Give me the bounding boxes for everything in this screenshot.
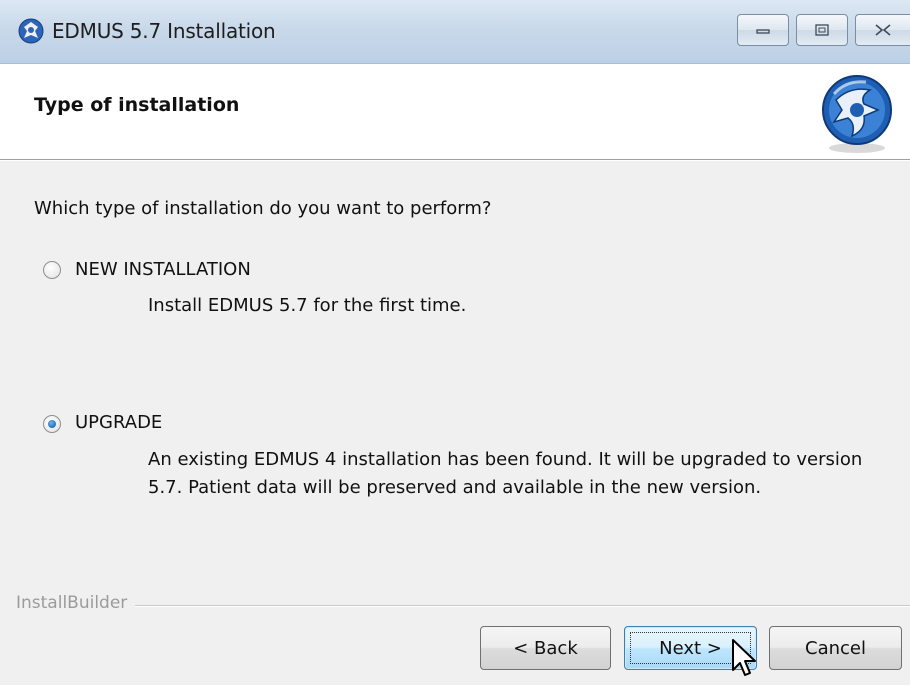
- installbuilder-brand: InstallBuilder: [16, 593, 136, 613]
- upgrade-label[interactable]: UPGRADE: [75, 412, 162, 433]
- close-icon: [875, 24, 891, 36]
- window-title: EDMUS 5.7 Installation: [52, 19, 276, 43]
- cancel-button-label: Cancel: [805, 637, 866, 659]
- maximize-button[interactable]: [796, 14, 848, 46]
- footer-divider: [16, 605, 910, 607]
- minimize-button[interactable]: [737, 14, 789, 46]
- page-title: Type of installation: [34, 94, 240, 116]
- title-bar[interactable]: EDMUS 5.7 Installation: [0, 0, 910, 64]
- mouse-pointer-icon: [732, 639, 756, 676]
- new-installation-description: Install EDMUS 5.7 for the first time.: [148, 292, 466, 320]
- upgrade-description-line-1: An existing EDMUS 4 installation has bee…: [148, 449, 863, 470]
- back-button-label: < Back: [513, 637, 578, 659]
- wizard-header: Type of installation: [0, 64, 910, 160]
- new-installation-radio[interactable]: [43, 261, 61, 279]
- upgrade-description: An existing EDMUS 4 installation has bee…: [148, 446, 862, 502]
- question-text: Which type of installation do you want t…: [34, 198, 492, 219]
- upgrade-description-line-2: 5.7. Patient data will be preserved and …: [148, 477, 762, 498]
- maximize-icon: [815, 24, 829, 36]
- cancel-button[interactable]: Cancel: [769, 626, 902, 670]
- wizard-content: Which type of installation do you want t…: [0, 161, 910, 581]
- new-installation-description-line: Install EDMUS 5.7 for the first time.: [148, 295, 467, 316]
- app-icon: [18, 18, 44, 44]
- minimize-icon: [756, 29, 770, 34]
- wizard-footer: InstallBuilder < Back Next > Cancel: [0, 581, 910, 685]
- new-installation-label[interactable]: NEW INSTALLATION: [75, 259, 251, 280]
- close-button[interactable]: [855, 14, 910, 46]
- edmus-logo: [822, 75, 892, 153]
- back-button[interactable]: < Back: [480, 626, 611, 670]
- upgrade-radio[interactable]: [43, 415, 61, 433]
